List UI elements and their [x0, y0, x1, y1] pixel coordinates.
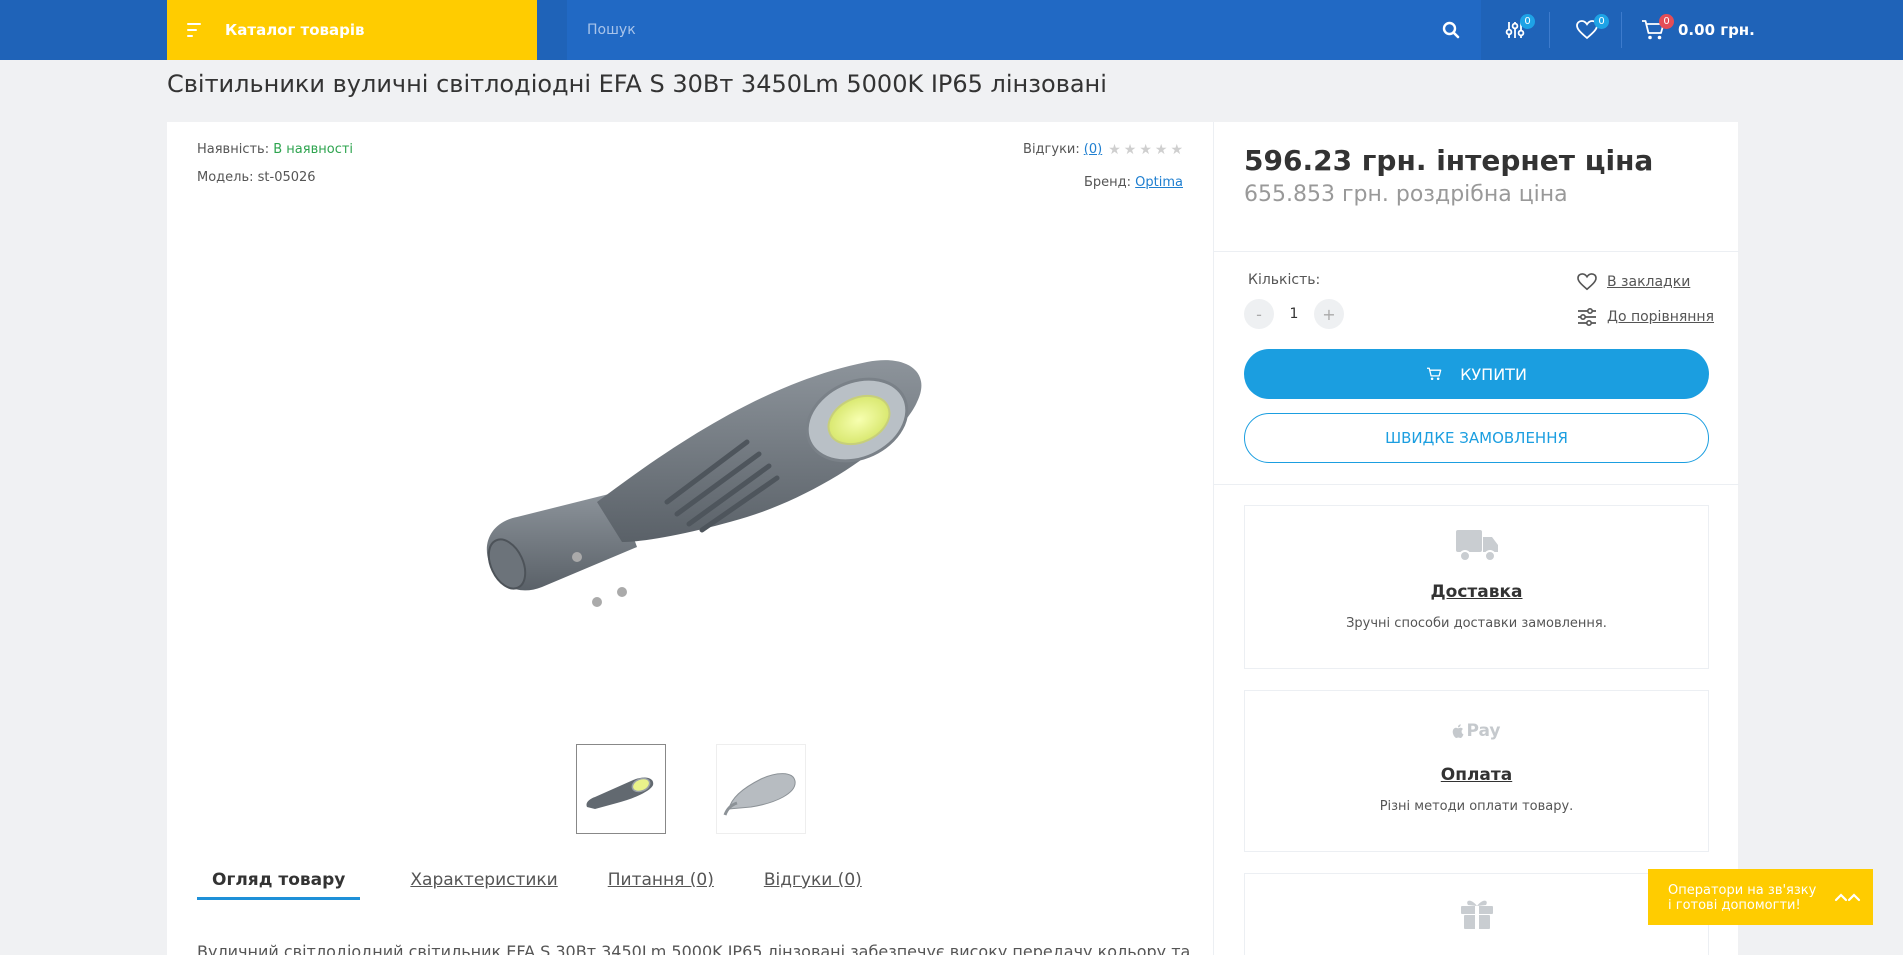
compare-count-badge: 0	[1520, 14, 1535, 29]
compare-label: До порівняння	[1607, 309, 1715, 325]
catalog-label: Каталог товарів	[225, 21, 365, 39]
header-divider	[1549, 12, 1550, 48]
wishlist-header-button[interactable]: 0	[1572, 0, 1609, 60]
delivery-box: Доставка Зручні способи доставки замовле…	[1244, 505, 1709, 669]
quick-order-button[interactable]: ШВИДКЕ ЗАМОВЛЕННЯ	[1244, 413, 1709, 463]
header-divider	[1621, 12, 1622, 48]
delivery-title[interactable]: Доставка	[1245, 582, 1708, 602]
brand-label: Бренд:	[1083, 175, 1132, 190]
buy-button[interactable]: КУПИТИ	[1244, 349, 1709, 399]
star-icon: ★	[1108, 141, 1121, 158]
cart-header-button[interactable]: 0	[1638, 0, 1674, 60]
quantity-label: Кількість:	[1248, 272, 1321, 288]
reviews-label: Відгуки:	[1023, 142, 1080, 157]
header-bar: Каталог товарів 0 0	[0, 0, 1903, 60]
payment-box: Pay Оплата Різні методи оплати товару.	[1244, 690, 1709, 852]
heart-icon	[1577, 273, 1597, 291]
tab-reviews[interactable]: Відгуки (0)	[764, 870, 862, 900]
retail-price: 655.853 грн. роздрібна ціна	[1244, 182, 1568, 207]
apple-pay-icon: Pay	[1245, 721, 1708, 741]
product-image[interactable]	[447, 302, 957, 632]
bookmark-link[interactable]: В закладки	[1577, 273, 1690, 291]
quantity-minus-button[interactable]: -	[1244, 299, 1274, 329]
chevron-up-icon	[1834, 893, 1861, 902]
tab-overview[interactable]: Огляд товару	[197, 870, 361, 900]
page-title: Світильники вуличні світлодіодні EFA S 3…	[167, 70, 1107, 98]
brand: Бренд: Optima	[1084, 175, 1183, 190]
compare-sliders-icon	[1578, 308, 1596, 326]
product-side-card: 596.23 грн. інтернет ціна 655.853 грн. р…	[1213, 122, 1739, 955]
cart-total[interactable]: 0.00 грн.	[1678, 0, 1755, 60]
model-label: Модель:	[197, 170, 254, 185]
thumbnail-2[interactable]	[716, 744, 806, 834]
availability: Наявність: В наявності	[197, 142, 353, 157]
compare-link[interactable]: До порівняння	[1577, 308, 1714, 326]
divider	[1214, 484, 1739, 485]
tab-questions[interactable]: Питання (0)	[608, 870, 714, 900]
gift-icon	[1460, 900, 1493, 929]
compare-header-button[interactable]: 0	[1500, 0, 1535, 60]
model-value: st-05026	[257, 170, 316, 185]
star-icon: ★	[1123, 141, 1137, 158]
divider	[1214, 251, 1739, 252]
bookmark-label: В закладки	[1607, 274, 1691, 290]
truck-icon	[1455, 530, 1498, 562]
wishlist-count-badge: 0	[1594, 14, 1609, 29]
internet-price: 596.23 грн. інтернет ціна	[1244, 144, 1654, 177]
product-description: Вуличний світлодіодний світильник EFA S …	[197, 942, 1191, 955]
payment-title[interactable]: Оплата	[1245, 765, 1708, 785]
quantity-stepper: - +	[1244, 299, 1344, 329]
search-bar	[567, 0, 1481, 60]
star-icon: ★	[1170, 141, 1183, 158]
search-button[interactable]	[1421, 0, 1481, 60]
search-icon	[1442, 21, 1460, 39]
delivery-text: Зручні способи доставки замовлення.	[1346, 616, 1607, 631]
tab-characteristics[interactable]: Характеристики	[410, 870, 557, 900]
rating-stars: ★ ★ ★ ★ ★	[1108, 143, 1183, 157]
buy-label: КУПИТИ	[1460, 364, 1527, 384]
chat-line-2: і готові допомогти!	[1668, 898, 1801, 913]
product-main-card: Наявність: В наявності Модель: st-05026 …	[167, 122, 1213, 955]
chat-line-1: Оператори на зв'язку	[1668, 883, 1817, 898]
reviews-summary: Відгуки: (0) ★ ★ ★ ★ ★	[1023, 142, 1183, 157]
availability-label: Наявність:	[197, 142, 270, 157]
brand-link[interactable]: Optima	[1135, 175, 1183, 190]
product-tabs: Огляд товару Характеристики Питання (0) …	[197, 870, 912, 900]
cart-icon	[1427, 367, 1442, 381]
quantity-input[interactable]	[1274, 299, 1314, 329]
model: Модель: st-05026	[197, 170, 316, 185]
cart-count-badge: 0	[1659, 14, 1674, 29]
availability-value: В наявності	[273, 142, 354, 157]
chat-widget[interactable]: Оператори на зв'язку і готові допомогти!	[1648, 869, 1873, 925]
thumbnail-1[interactable]	[576, 744, 666, 834]
reviews-count-link[interactable]: (0)	[1084, 142, 1102, 157]
catalog-button[interactable]: Каталог товарів	[167, 0, 537, 60]
menu-icon	[187, 22, 207, 38]
star-icon: ★	[1139, 141, 1152, 158]
search-input[interactable]	[567, 0, 1421, 60]
payment-text: Різні методи оплати товару.	[1379, 799, 1574, 814]
quantity-plus-button[interactable]: +	[1314, 299, 1344, 329]
star-icon: ★	[1154, 141, 1168, 158]
gift-box	[1244, 873, 1709, 955]
